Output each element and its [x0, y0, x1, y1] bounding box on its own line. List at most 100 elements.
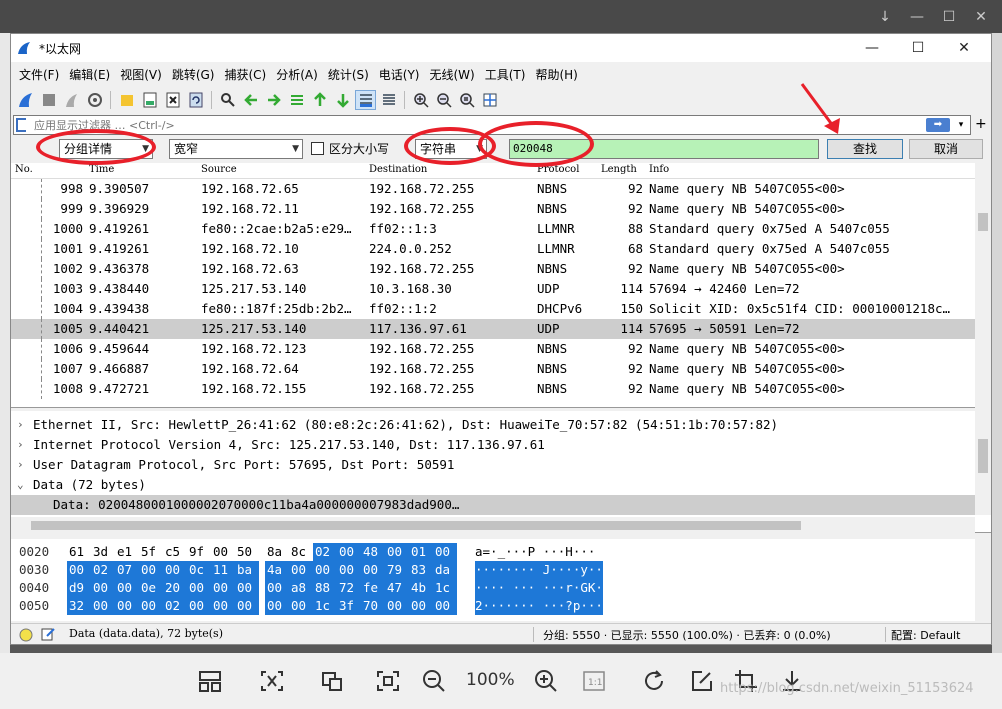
hex-byte[interactable]: 02	[91, 561, 115, 579]
hex-byte[interactable]: 79	[385, 561, 409, 579]
table-row[interactable]: 1004 9.439438 fe80::187f:25db:2b2… ff02::1:…	[11, 299, 975, 319]
hex-byte[interactable]: 00	[115, 579, 139, 597]
column-header[interactable]: Source	[201, 164, 237, 175]
hex-byte[interactable]: 88	[313, 579, 337, 597]
column-header[interactable]: Destination	[369, 164, 427, 175]
detail-row[interactable]: › User Datagram Protocol, Src Port: 57695…	[11, 455, 975, 475]
hex-byte[interactable]: 00	[187, 597, 211, 615]
hex-byte[interactable]: 00	[211, 579, 235, 597]
scrollbar-thumb[interactable]	[31, 521, 801, 530]
hex-byte[interactable]: 07	[115, 561, 139, 579]
go-to-packet-icon[interactable]	[286, 90, 307, 110]
maximize-button[interactable]: ☐	[895, 37, 941, 59]
add-filter-button[interactable]: +	[975, 116, 987, 132]
start-capture-icon[interactable]	[15, 90, 36, 110]
hex-byte[interactable]: 00	[337, 561, 361, 579]
table-row[interactable]: 1000 9.419261 fe80::2cae:b2a5:e29… ff02::1:…	[11, 219, 975, 239]
menu-item[interactable]: 跳转(G)	[172, 64, 223, 86]
open-file-icon[interactable]	[116, 90, 137, 110]
capture-options-icon[interactable]	[84, 90, 105, 110]
hex-byte[interactable]: 00	[289, 561, 313, 579]
layout-icon[interactable]	[196, 667, 224, 695]
details-horizontal-scrollbar[interactable]	[11, 517, 975, 533]
menu-item[interactable]: 工具(T)	[485, 64, 534, 86]
go-back-icon[interactable]	[240, 90, 261, 110]
hex-byte[interactable]: 00	[409, 597, 433, 615]
hex-byte[interactable]: 00	[265, 579, 289, 597]
hex-byte[interactable]: 00	[433, 543, 457, 561]
hex-byte[interactable]: d9	[67, 579, 91, 597]
hex-byte[interactable]: 00	[361, 561, 385, 579]
hex-byte[interactable]: 00	[211, 597, 235, 615]
scrollbar-thumb[interactable]	[978, 439, 988, 473]
auto-scroll-icon[interactable]	[355, 90, 376, 110]
hex-byte[interactable]: 00	[139, 561, 163, 579]
column-header[interactable]: Time	[89, 164, 114, 175]
hex-byte[interactable]: 32	[67, 597, 91, 615]
edit-comment-icon[interactable]	[41, 627, 55, 641]
hex-byte[interactable]: 4b	[409, 579, 433, 597]
menu-item[interactable]: 文件(F)	[19, 64, 67, 86]
hex-byte[interactable]: 0e	[139, 579, 163, 597]
viewer-pin-icon[interactable]: ↓	[876, 8, 894, 26]
table-row[interactable]: 1007 9.466887 192.168.72.64 192.168.72.255 N…	[11, 359, 975, 379]
case-sensitive-checkbox[interactable]	[311, 142, 324, 155]
zoom-out-icon[interactable]	[420, 667, 448, 695]
table-row[interactable]: 1005 9.440421 125.217.53.140 117.136.97.61 U…	[11, 319, 975, 339]
column-header[interactable]: No.	[15, 164, 33, 175]
status-profile[interactable]: 配置: Default	[891, 627, 960, 643]
hex-byte[interactable]: c5	[163, 543, 183, 561]
translate-icon[interactable]	[318, 667, 346, 695]
expand-toggle-icon[interactable]: ›	[17, 415, 24, 435]
hex-byte[interactable]: 83	[409, 561, 433, 579]
hex-byte[interactable]: 00	[235, 579, 259, 597]
hex-byte[interactable]: 00	[67, 561, 91, 579]
detail-row[interactable]: › Ethernet II, Src: HewlettP_26:41:62 (80…	[11, 415, 975, 435]
actual-size-icon[interactable]: 1:1	[580, 667, 608, 695]
hex-byte[interactable]: 00	[115, 597, 139, 615]
colorize-icon[interactable]	[378, 90, 399, 110]
hex-byte[interactable]: 00	[211, 543, 231, 561]
menu-item[interactable]: 无线(W)	[430, 64, 483, 86]
rotate-icon[interactable]	[640, 667, 668, 695]
hex-byte[interactable]: fe	[361, 579, 385, 597]
edit-icon[interactable]	[688, 667, 716, 695]
table-row[interactable]: 1006 9.459644 192.168.72.123 192.168.72.255…	[11, 339, 975, 359]
hex-byte[interactable]: 00	[289, 597, 313, 615]
hex-byte[interactable]: 00	[385, 543, 409, 561]
menu-item[interactable]: 帮助(H)	[535, 64, 585, 86]
hex-byte[interactable]: 00	[385, 597, 409, 615]
menu-item[interactable]: 视图(V)	[120, 64, 170, 86]
close-file-icon[interactable]	[162, 90, 183, 110]
stop-capture-icon[interactable]	[38, 90, 59, 110]
hex-byte[interactable]: 00	[235, 597, 259, 615]
last-packet-icon[interactable]	[332, 90, 353, 110]
detail-row[interactable]: › Internet Protocol Version 4, Src: 125.2…	[11, 435, 975, 455]
hex-byte[interactable]: 9f	[187, 543, 207, 561]
column-header[interactable]: Length	[601, 164, 637, 175]
hex-byte[interactable]: 20	[163, 579, 187, 597]
viewer-maximize-button[interactable]: ☐	[940, 8, 958, 26]
hex-byte[interactable]: ba	[235, 561, 259, 579]
hex-byte[interactable]: 8c	[289, 543, 309, 561]
hex-byte[interactable]: 70	[361, 597, 385, 615]
resize-columns-icon[interactable]	[479, 90, 500, 110]
first-packet-icon[interactable]	[309, 90, 330, 110]
normal-size-icon[interactable]	[456, 90, 477, 110]
bytes-scrollbar[interactable]	[975, 539, 991, 621]
expand-toggle-icon[interactable]: ⌄	[17, 475, 24, 495]
hex-byte[interactable]: 00	[265, 597, 289, 615]
hex-byte[interactable]: 8a	[265, 543, 285, 561]
hex-byte[interactable]: 1c	[433, 579, 457, 597]
details-scrollbar[interactable]	[975, 411, 991, 515]
ascii-text[interactable]: ········ J····y··	[475, 561, 603, 579]
table-row[interactable]: 1002 9.436378 192.168.72.63 192.168.72.255 N…	[11, 259, 975, 279]
menu-item[interactable]: 编辑(E)	[69, 64, 118, 86]
hex-byte[interactable]: 5f	[139, 543, 159, 561]
viewer-minimize-button[interactable]: —	[908, 8, 926, 26]
hex-byte[interactable]: 02	[163, 597, 187, 615]
cancel-button[interactable]: 取消	[909, 139, 983, 159]
menu-item[interactable]: 分析(A)	[276, 64, 326, 86]
hex-byte[interactable]: 00	[163, 561, 187, 579]
expand-toggle-icon[interactable]: ›	[17, 455, 24, 475]
